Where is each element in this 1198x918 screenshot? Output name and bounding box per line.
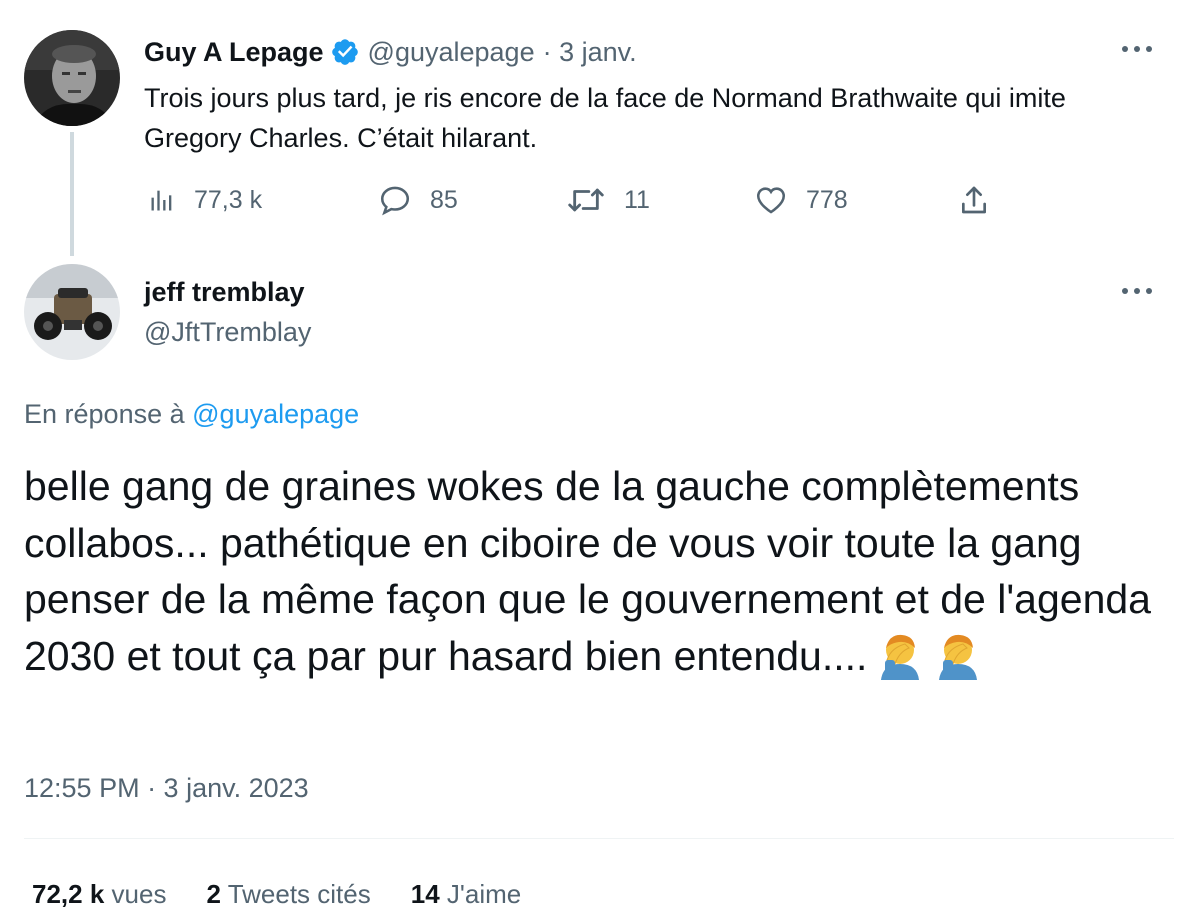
like-action[interactable]: 778 bbox=[754, 180, 848, 220]
quotes-stat-label: Tweets cités bbox=[227, 879, 371, 909]
quotes-stat[interactable]: 2 Tweets cités bbox=[206, 876, 370, 912]
reply-action[interactable]: 85 bbox=[378, 180, 458, 220]
thread-connector-line bbox=[70, 132, 74, 256]
likes-stat-value: 14 bbox=[410, 879, 440, 909]
stats-divider bbox=[24, 838, 1174, 839]
reply-tweet-text-block: belle gang de graines wokes de la gauche… bbox=[24, 458, 1174, 694]
views-stat[interactable]: 72,2 k vues bbox=[32, 876, 166, 912]
parent-tweet-header: Guy A Lepage @guyalepage · 3 janv. bbox=[144, 34, 637, 70]
reply-timestamp[interactable]: 12:55 PM · 3 janv. 2023 bbox=[24, 770, 309, 806]
guy-lepage-avatar[interactable] bbox=[24, 30, 120, 126]
quotes-stat-value: 2 bbox=[206, 879, 221, 909]
like-count: 778 bbox=[806, 185, 848, 214]
views-stat-label: vues bbox=[111, 879, 167, 909]
parent-author-handle[interactable]: @guyalepage bbox=[368, 34, 535, 70]
retweet-count: 11 bbox=[624, 185, 650, 214]
reply-author-handle[interactable]: @JftTremblay bbox=[144, 314, 311, 350]
parent-more-icon[interactable] bbox=[1120, 42, 1154, 56]
replying-to-link[interactable]: @guyalepage bbox=[192, 399, 359, 429]
likes-stat-label: J'aime bbox=[446, 879, 522, 909]
reply-more-icon[interactable] bbox=[1120, 284, 1154, 298]
parent-author-name[interactable]: Guy A Lepage bbox=[144, 34, 324, 70]
views-icon bbox=[148, 186, 176, 214]
replying-to-prefix: En réponse à bbox=[24, 399, 185, 429]
reply-icon bbox=[378, 183, 412, 217]
reply-author-name[interactable]: jeff tremblay bbox=[144, 274, 305, 310]
share-action[interactable] bbox=[958, 180, 990, 220]
views-stat-value: 72,2 k bbox=[32, 879, 105, 909]
tweet-stats-bar: 72,2 k vues 2 Tweets cités 14 J'aime bbox=[32, 876, 561, 912]
parent-tweet-actions: 77,3 k 85 11 778 bbox=[144, 180, 1004, 220]
views-count: 77,3 k bbox=[194, 185, 263, 214]
verified-badge-icon bbox=[330, 37, 360, 67]
retweet-action[interactable]: 11 bbox=[566, 180, 650, 220]
parent-tweet-date[interactable]: · 3 janv. bbox=[543, 34, 637, 70]
reply-count: 85 bbox=[430, 185, 458, 214]
retweet-icon bbox=[566, 183, 606, 217]
replying-to-line: En réponse à @guyalepage bbox=[24, 396, 359, 432]
likes-stat[interactable]: 14 J'aime bbox=[411, 876, 521, 912]
facepalm-emoji bbox=[933, 630, 983, 695]
share-icon bbox=[958, 183, 990, 217]
like-icon bbox=[754, 183, 788, 217]
jeff-tremblay-avatar[interactable] bbox=[24, 264, 120, 360]
views-action[interactable]: 77,3 k bbox=[148, 180, 262, 220]
facepalm-emoji bbox=[875, 630, 925, 695]
parent-tweet-text: Trois jours plus tard, je ris encore de … bbox=[144, 83, 1066, 153]
